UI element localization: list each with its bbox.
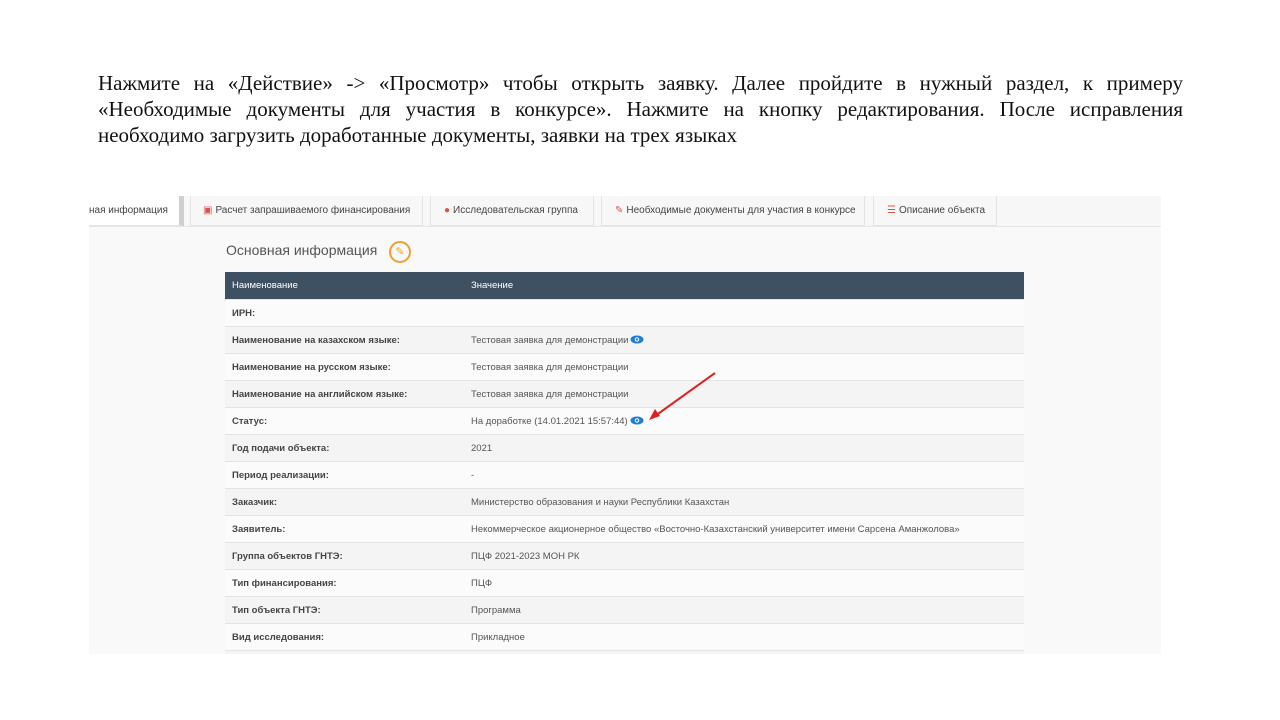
row-label: Период реализации: (225, 461, 464, 489)
row-value-cell: На доработке (14.01.2021 15:57:44) (464, 407, 1024, 435)
pencil-icon: ✎ (395, 246, 405, 258)
table-header-row: Наименование Значение (225, 272, 1024, 300)
row-label: Вид исследования: (225, 623, 464, 651)
row-label (225, 650, 464, 654)
row-label: Статус: (225, 407, 464, 435)
row-label: Тип объекта ГНТЭ: (225, 596, 464, 624)
instruction-text: Нажмите на «Действие» -> «Просмотр» чтоб… (98, 71, 1183, 147)
row-value: - (464, 461, 1024, 489)
list-icon: ☰ (887, 205, 896, 216)
row-value: Программа (464, 596, 1024, 624)
row-value: ПЦФ (464, 569, 1024, 597)
row-label: Заявитель: (225, 515, 464, 543)
column-header-name: Наименование (225, 272, 464, 300)
table-row: Статус: На доработке (14.01.2021 15:57:44… (225, 407, 1024, 435)
row-value-cell: Тестовая заявка для демонстрации (464, 326, 1024, 354)
tab-main-info[interactable]: ная информация (89, 196, 184, 226)
table-row (225, 650, 1024, 654)
row-value: Некоммерческое акционерное общество «Вос… (464, 515, 1024, 543)
tab-financing-label: Расчет запрашиваемого финансирования (215, 205, 411, 216)
row-label: Наименование на казахском языке: (225, 326, 464, 354)
users-icon: ● (444, 205, 451, 216)
row-value (464, 299, 1024, 327)
row-value: Министерство образования и науки Республ… (464, 488, 1024, 516)
table-row: Тип финансирования: ПЦФ (225, 569, 1024, 597)
table-row: Год подачи объекта: 2021 (225, 434, 1024, 462)
row-label: Заказчик: (225, 488, 464, 516)
status-value: На доработке (14.01.2021 15:57:44) (471, 415, 628, 427)
column-header-value: Значение (464, 272, 1024, 300)
tab-object-description[interactable]: ☰ Описание объекта (873, 196, 997, 226)
tab-bar: ная информация ▣ Расчет запрашиваемого фи… (89, 196, 1161, 227)
row-value: Тестовая заявка для демонстрации (464, 380, 1024, 408)
table-row: Вид исследования: Прикладное (225, 623, 1024, 651)
row-label: Год подачи объекта: (225, 434, 464, 462)
table-row: Наименование на английском языке: Тестова… (225, 380, 1024, 408)
row-value: Тестовая заявка для демонстрации (471, 334, 629, 346)
tab-required-documents[interactable]: ✎ Необходимые документы для участия в кон… (601, 196, 865, 226)
table-row: Наименование на русском языке: Тестовая з… (225, 353, 1024, 381)
row-value: 2021 (464, 434, 1024, 462)
row-value (464, 650, 1024, 654)
row-label: Наименование на русском языке: (225, 353, 464, 381)
tab-research-group[interactable]: ● Исследовательская группа (430, 196, 594, 226)
tab-main-info-label: ная информация (89, 205, 168, 216)
table-row: Тип объекта ГНТЭ: Программа (225, 596, 1024, 624)
application-screenshot: ная информация ▣ Расчет запрашиваемого фи… (89, 196, 1161, 654)
row-label: ИРН: (225, 299, 464, 327)
table-row: Период реализации: - (225, 461, 1024, 489)
row-value: Прикладное (464, 623, 1024, 651)
tab-object-description-label: Описание объекта (898, 205, 986, 216)
edit-button[interactable]: ✎ (389, 241, 411, 263)
table-row: Наименование на казахском языке: Тестовая… (225, 326, 1024, 354)
table-row: ИРН: (225, 299, 1024, 327)
row-value: ПЦФ 2021-2023 МОН РК (464, 542, 1024, 570)
row-label: Наименование на английском языке: (225, 380, 464, 408)
eye-icon[interactable] (630, 416, 644, 425)
section-title: Основная информация (226, 242, 378, 258)
row-label: Тип финансирования: (225, 569, 464, 597)
table-row: Заказчик: Министерство образования и наук… (225, 488, 1024, 516)
table-row: Группа объектов ГНТЭ: ПЦФ 2021-2023 МОН Р… (225, 542, 1024, 570)
money-icon: ▣ (203, 205, 213, 216)
row-value: Тестовая заявка для демонстрации (464, 353, 1024, 381)
tab-required-documents-label: Необходимые документы для участия в конк… (626, 205, 856, 216)
paperclip-icon: ✎ (615, 205, 624, 216)
table-row: Заявитель: Некоммерческое акционерное общ… (225, 515, 1024, 543)
tab-financing[interactable]: ▣ Расчет запрашиваемого финансирования (190, 196, 423, 226)
row-label: Группа объектов ГНТЭ: (225, 542, 464, 570)
tab-research-group-label: Исследовательская группа (453, 205, 578, 216)
info-table: Наименование Значение ИРН: Наименование … (225, 272, 1024, 654)
eye-icon[interactable] (630, 335, 644, 344)
